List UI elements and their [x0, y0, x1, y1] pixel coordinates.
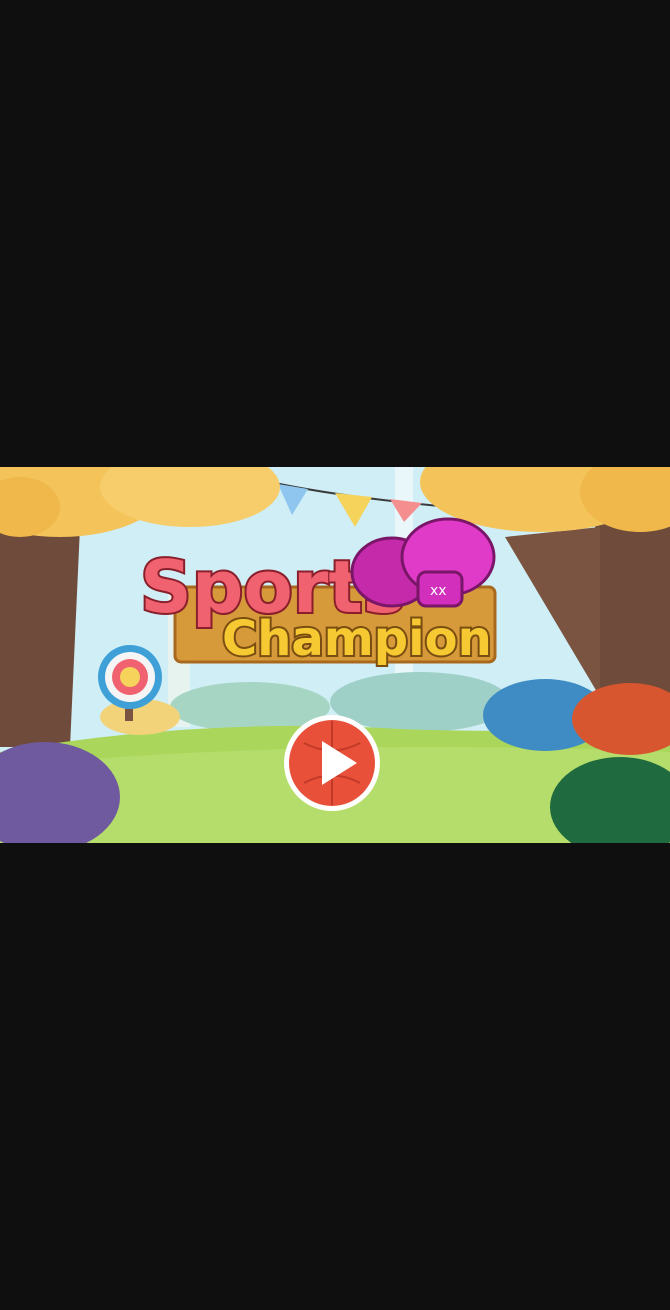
game-title-logo: Sports Champion xx	[130, 517, 510, 669]
game-scene: Sports Champion xx	[0, 467, 670, 843]
play-button[interactable]	[282, 713, 382, 813]
play-icon	[284, 715, 380, 811]
title-word-champion: Champion	[222, 611, 492, 667]
glove-mark: xx	[430, 583, 447, 599]
